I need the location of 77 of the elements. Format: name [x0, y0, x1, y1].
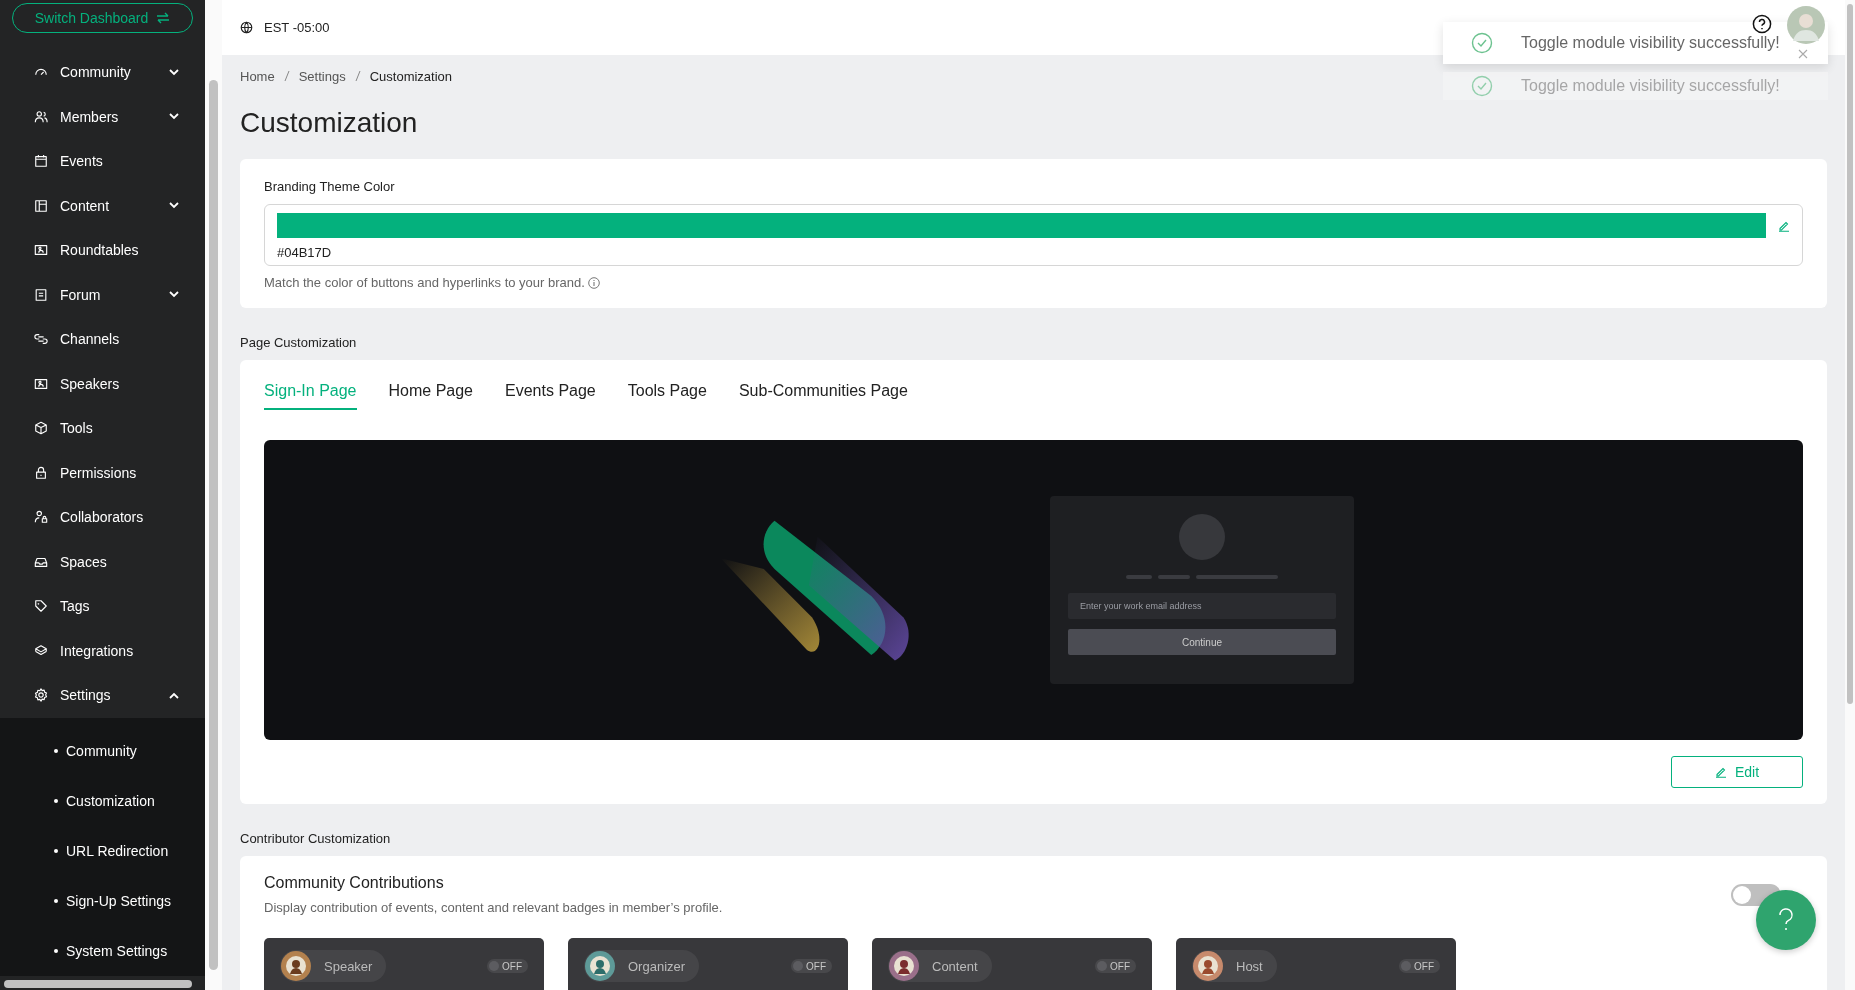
globe-icon: [240, 21, 253, 34]
submenu-item[interactable]: URL Redirection: [0, 825, 205, 876]
toast-notification: Toggle module visibility successfully!: [1443, 72, 1828, 100]
toggle-switch[interactable]: OFF: [487, 959, 528, 973]
sidebar-item[interactable]: Speakers: [0, 361, 205, 406]
sidebar-item[interactable]: Spaces: [0, 539, 205, 584]
sidebar-item[interactable]: Community: [0, 50, 205, 95]
badge-label: Speaker: [324, 958, 373, 974]
tab[interactable]: Sub-Communities Page: [738, 382, 908, 410]
info-icon: [587, 276, 600, 289]
hint-text: Match the color of buttons and hyperlinks to your brand.: [264, 275, 585, 290]
badge-label: Organizer: [628, 958, 686, 974]
sidebar-item[interactable]: Content: [0, 183, 205, 228]
email-field[interactable]: Enter your work email address: [1068, 593, 1336, 619]
breadcrumb-link[interactable]: Settings: [298, 68, 346, 84]
layout-icon: [34, 198, 48, 213]
check-circle-icon: [1471, 75, 1493, 97]
swap-icon: [156, 12, 171, 24]
card-title: Community Contributions: [264, 874, 445, 892]
pencil-icon[interactable]: [1778, 219, 1790, 232]
submenu-item[interactable]: Sign-Up Settings: [0, 875, 205, 926]
submenu-item[interactable]: System Settings: [0, 925, 205, 976]
color-value: #04B17D: [277, 245, 333, 260]
sidebar-item[interactable]: Collaborators: [0, 495, 205, 540]
sidebar-item[interactable]: Members: [0, 94, 205, 139]
section-heading: Contributor Customization: [240, 831, 392, 846]
user-lock-icon: [34, 510, 48, 525]
toggle-switch[interactable]: OFF: [1095, 959, 1136, 973]
forum-icon: [34, 287, 48, 302]
breadcrumb-link[interactable]: Home: [240, 68, 275, 84]
field-label: Branding Theme Color: [264, 179, 396, 194]
scrollbar-thumb[interactable]: [1847, 4, 1853, 704]
page-title: Customization: [240, 107, 419, 139]
tab[interactable]: Events Page: [505, 382, 596, 410]
board-icon: [34, 243, 48, 258]
sidebar-item[interactable]: Integrations: [0, 628, 205, 673]
lock-icon: [34, 465, 48, 480]
tab[interactable]: Home Page: [388, 382, 473, 410]
board-icon: [34, 376, 48, 391]
badge-label: Host: [1236, 958, 1263, 974]
sidebar-item[interactable]: Tags: [0, 584, 205, 629]
close-icon[interactable]: [1798, 49, 1808, 59]
pencil-icon: [1714, 766, 1727, 778]
check-circle-icon: [1471, 32, 1493, 54]
toggle-switch[interactable]: OFF: [1399, 959, 1440, 973]
cube-stack-icon: [34, 643, 48, 658]
sidebar-item[interactable]: Tools: [0, 406, 205, 451]
help-icon[interactable]: [1752, 14, 1772, 34]
toast-notification: Toggle module visibility successfully!: [1443, 22, 1828, 64]
cube-icon: [34, 421, 48, 436]
scrollbar-thumb[interactable]: [209, 80, 218, 970]
submenu-item[interactable]: Community: [0, 725, 205, 776]
badge-label: Content: [932, 958, 978, 974]
slash-icon: [283, 70, 290, 82]
avatar-placeholder: [1179, 514, 1225, 560]
sidebar-item[interactable]: Roundtables: [0, 228, 205, 273]
calendar-icon: [34, 154, 48, 169]
link-icon: [34, 332, 48, 347]
card-description: Display contribution of events, content and relevant badges in member’s profile.: [264, 900, 723, 915]
sidebar-item[interactable]: Permissions: [0, 450, 205, 495]
continue-button[interactable]: Continue: [1068, 629, 1336, 655]
scrollbar-thumb[interactable]: [4, 980, 192, 988]
tab[interactable]: Tools Page: [627, 382, 707, 410]
people-icon: [34, 109, 48, 124]
sidebar-item[interactable]: Settings: [0, 673, 205, 718]
settings-icon: [34, 688, 48, 703]
section-heading: Page Customization: [240, 335, 358, 350]
timezone-label: EST -05:00: [264, 20, 330, 35]
toggle-switch[interactable]: OFF: [791, 959, 832, 973]
sidebar-item[interactable]: Events: [0, 139, 205, 184]
avatar[interactable]: [1787, 6, 1825, 44]
slash-icon: [354, 70, 361, 82]
color-field[interactable]: #04B17D: [264, 204, 1803, 266]
tag-icon: [34, 599, 48, 614]
submenu-item[interactable]: Customization: [0, 775, 205, 826]
sidebar-item[interactable]: Channels: [0, 317, 205, 362]
sidebar-item[interactable]: Forum: [0, 272, 205, 317]
